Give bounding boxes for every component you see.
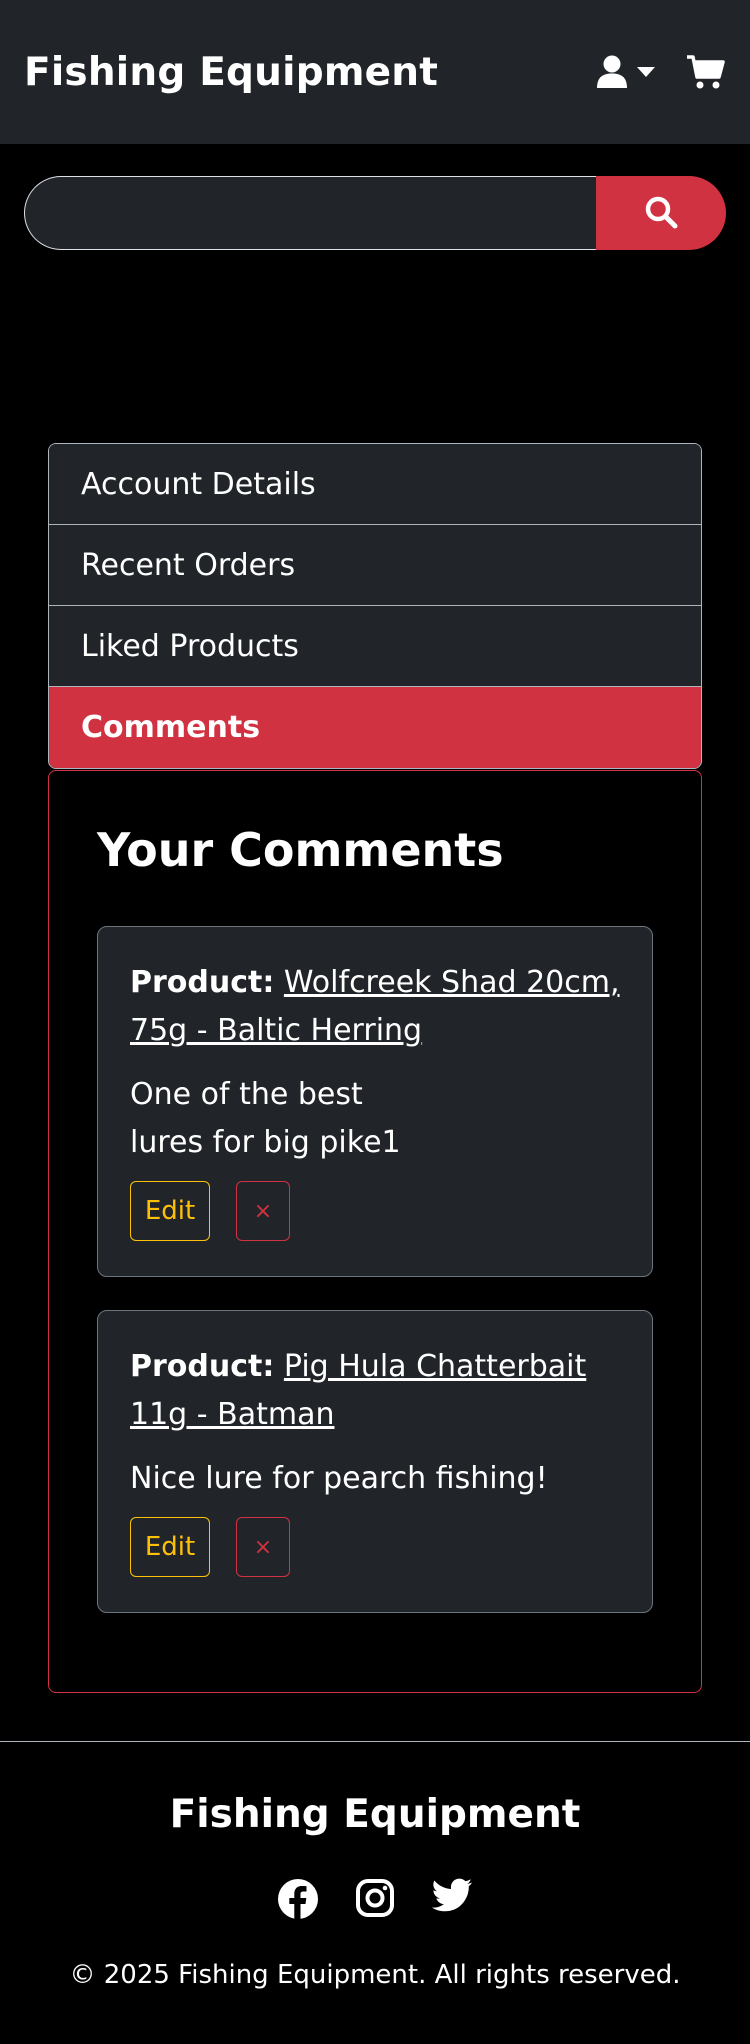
comment-product: Product: Pig Hula Chatterbait 11g - Batm…	[130, 1343, 620, 1439]
copyright-text: © 2025 Fishing Equipment. All rights res…	[69, 1960, 681, 1990]
product-prefix: Product:	[130, 965, 275, 1000]
comment-product: Product: Wolfcreek Shad 20cm, 75g - Balt…	[130, 959, 620, 1055]
twitter-icon[interactable]	[431, 1878, 473, 1924]
nav-item-comments[interactable]: Comments	[49, 687, 701, 768]
social-links	[0, 1878, 750, 1924]
caret-down-icon	[636, 66, 656, 78]
comment-text: Nice lure for pearch fishing!	[130, 1461, 548, 1496]
search-button[interactable]	[596, 176, 726, 250]
nav-item-recent-orders[interactable]: Recent Orders	[49, 525, 701, 606]
instagram-icon[interactable]	[355, 1878, 395, 1924]
product-prefix: Product:	[130, 1349, 275, 1384]
comment-card: Product: Pig Hula Chatterbait 11g - Batm…	[97, 1310, 653, 1613]
facebook-icon[interactable]	[277, 1878, 319, 1924]
footer-title: Fishing Equipment	[169, 1792, 581, 1837]
nav-item-liked-products[interactable]: Liked Products	[49, 606, 701, 687]
delete-button[interactable]: ×	[236, 1181, 290, 1241]
comment-actions: Edit ×	[130, 1181, 620, 1241]
top-navbar: Fishing Equipment	[0, 0, 750, 144]
delete-button[interactable]: ×	[236, 1517, 290, 1577]
comment-actions: Edit ×	[130, 1517, 620, 1577]
edit-button[interactable]: Edit	[130, 1181, 210, 1241]
comment-card: Product: Wolfcreek Shad 20cm, 75g - Balt…	[97, 926, 653, 1277]
account-nav: Account Details Recent Orders Liked Prod…	[48, 443, 702, 769]
search-icon	[643, 194, 679, 233]
nav-item-account-details[interactable]: Account Details	[49, 444, 701, 525]
header-actions	[594, 54, 726, 90]
search-input[interactable]	[24, 176, 596, 250]
user-menu-toggle[interactable]	[594, 54, 656, 90]
comments-title: Your Comments	[97, 823, 504, 877]
comments-panel: Your Comments Product: Wolfcreek Shad 20…	[48, 770, 702, 1693]
search-bar	[24, 176, 726, 250]
comment-text: One of the best lures for big pike1	[130, 1077, 401, 1160]
site-footer: Fishing Equipment © 2025 Fishing Equipme…	[0, 1741, 750, 2044]
brand-title[interactable]: Fishing Equipment	[24, 50, 438, 95]
cart-icon[interactable]	[686, 54, 726, 90]
user-icon	[594, 54, 630, 90]
edit-button[interactable]: Edit	[130, 1517, 210, 1577]
